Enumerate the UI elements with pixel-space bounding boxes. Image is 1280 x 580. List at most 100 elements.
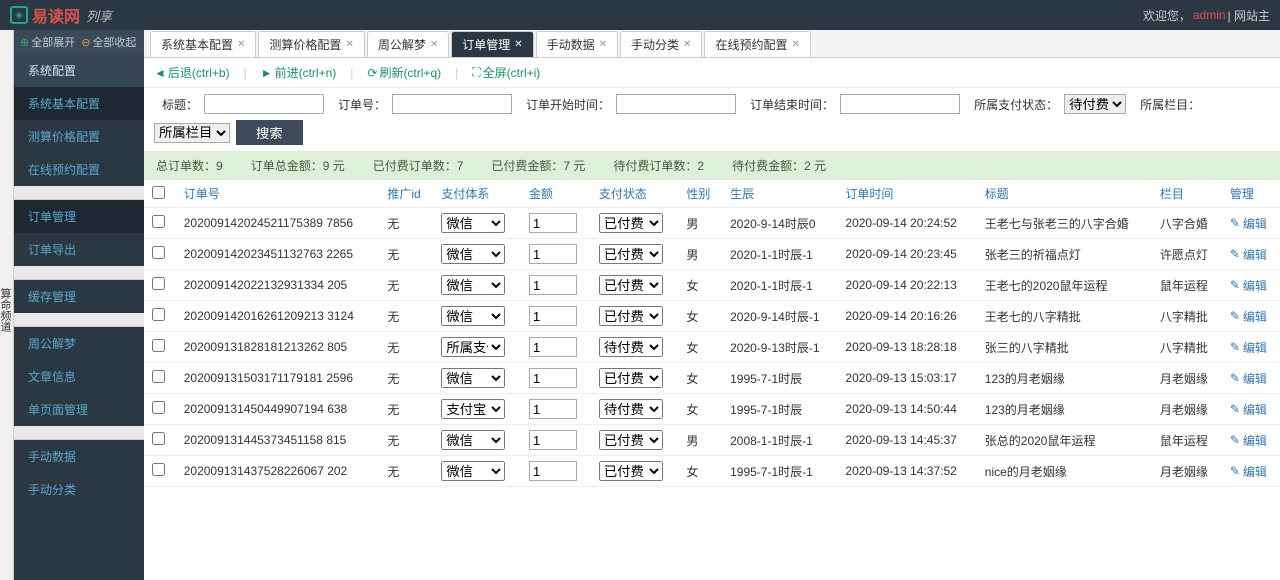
back-button[interactable]: ◄ 后退(ctrl+b) xyxy=(154,64,230,81)
col-4[interactable]: 金额 xyxy=(521,180,591,208)
menu-item-9[interactable] xyxy=(14,313,144,327)
cell-amount[interactable] xyxy=(529,399,577,419)
col-6[interactable]: 性别 xyxy=(678,180,722,208)
row-check[interactable] xyxy=(152,215,165,228)
edit-button[interactable]: ✎编辑 xyxy=(1230,370,1267,387)
edit-button[interactable]: ✎编辑 xyxy=(1230,215,1267,232)
col-7[interactable]: 生辰 xyxy=(722,180,837,208)
edit-button[interactable]: ✎编辑 xyxy=(1230,277,1267,294)
menu-item-3[interactable]: 在线预约配置 xyxy=(14,153,144,186)
cell-amount[interactable] xyxy=(529,430,577,450)
menu-item-14[interactable]: 手动数据 xyxy=(14,440,144,473)
cell-paysys[interactable]: 微信 xyxy=(441,213,505,233)
edit-button[interactable]: ✎编辑 xyxy=(1230,432,1267,449)
tab-1[interactable]: 测算价格配置 ✕ xyxy=(258,31,364,57)
menu-item-12[interactable]: 单页面管理 xyxy=(14,393,144,426)
menu-item-11[interactable]: 文章信息 xyxy=(14,360,144,393)
menu-item-7[interactable] xyxy=(14,266,144,280)
cell-paystat[interactable]: 待付费 xyxy=(599,399,663,419)
menu-item-5[interactable]: 订单管理 xyxy=(14,200,144,233)
cell-paystat[interactable]: 已付费 xyxy=(599,213,663,233)
cell-paystat[interactable]: 已付费 xyxy=(599,306,663,326)
row-check[interactable] xyxy=(152,308,165,321)
edit-button[interactable]: ✎编辑 xyxy=(1230,246,1267,263)
close-icon[interactable]: ✕ xyxy=(237,39,245,50)
menu-item-4[interactable] xyxy=(14,186,144,200)
cell-paysys[interactable]: 微信 xyxy=(441,306,505,326)
site-link[interactable]: | 网站主 xyxy=(1228,7,1270,24)
edit-button[interactable]: ✎编辑 xyxy=(1230,463,1267,480)
search-button[interactable]: 搜索 xyxy=(236,120,303,145)
cell-paystat[interactable]: 已付费 xyxy=(599,368,663,388)
menu-item-13[interactable] xyxy=(14,426,144,440)
edit-button[interactable]: ✎编辑 xyxy=(1230,401,1267,418)
forward-button[interactable]: ► 前进(ctrl+n) xyxy=(261,64,337,81)
cell-amount[interactable] xyxy=(529,213,577,233)
close-icon[interactable]: ✕ xyxy=(599,39,607,50)
cell-paystat[interactable]: 已付费 xyxy=(599,244,663,264)
tab-4[interactable]: 手动数据 ✕ xyxy=(536,31,618,57)
strip-label-a[interactable]: 算命频道 xyxy=(0,40,13,580)
input-start[interactable] xyxy=(616,94,736,114)
row-check[interactable] xyxy=(152,432,165,445)
col-2[interactable]: 推广id xyxy=(379,180,433,208)
row-check[interactable] xyxy=(152,401,165,414)
col-5[interactable]: 支付状态 xyxy=(591,180,679,208)
cell-paystat[interactable]: 已付费 xyxy=(599,275,663,295)
fullscreen-button[interactable]: ⛶ 全屏(ctrl+i) xyxy=(472,64,540,81)
cell-amount[interactable] xyxy=(529,368,577,388)
tab-5[interactable]: 手动分类 ✕ xyxy=(620,31,702,57)
close-icon[interactable]: ✕ xyxy=(514,39,522,50)
cell-amount[interactable] xyxy=(529,461,577,481)
select-paystat[interactable]: 待付费 xyxy=(1064,94,1126,114)
menu-item-10[interactable]: 周公解梦 xyxy=(14,327,144,360)
tab-6[interactable]: 在线预约配置 ✕ xyxy=(704,31,810,57)
input-end[interactable] xyxy=(840,94,960,114)
close-icon[interactable]: ✕ xyxy=(683,39,691,50)
col-9[interactable]: 标题 xyxy=(977,180,1152,208)
cell-paysys[interactable]: 支付宝 xyxy=(441,399,505,419)
check-all[interactable] xyxy=(152,186,165,199)
close-icon[interactable]: ✕ xyxy=(430,39,438,50)
row-check[interactable] xyxy=(152,277,165,290)
tab-3[interactable]: 订单管理 ✕ xyxy=(451,31,533,57)
current-user[interactable]: admin xyxy=(1193,8,1226,22)
cell-paysys[interactable]: 微信 xyxy=(441,430,505,450)
row-check[interactable] xyxy=(152,463,165,476)
cell-paystat[interactable]: 已付费 xyxy=(599,430,663,450)
select-column[interactable]: 所属栏目 xyxy=(154,123,230,143)
cell-amount[interactable] xyxy=(529,337,577,357)
col-8[interactable]: 订单时间 xyxy=(837,180,976,208)
row-check[interactable] xyxy=(152,246,165,259)
menu-item-2[interactable]: 测算价格配置 xyxy=(14,120,144,153)
row-check[interactable] xyxy=(152,339,165,352)
col-3[interactable]: 支付体系 xyxy=(433,180,521,208)
cell-paysys[interactable]: 微信 xyxy=(441,275,505,295)
cell-paysys[interactable]: 微信 xyxy=(441,244,505,264)
menu-item-15[interactable]: 手动分类 xyxy=(14,473,144,506)
menu-item-0[interactable]: 系统配置 xyxy=(14,54,144,87)
input-title[interactable] xyxy=(204,94,324,114)
menu-item-1[interactable]: 系统基本配置 xyxy=(14,87,144,120)
row-check[interactable] xyxy=(152,370,165,383)
edit-button[interactable]: ✎编辑 xyxy=(1230,308,1267,325)
cell-paystat[interactable]: 已付费 xyxy=(599,461,663,481)
tab-0[interactable]: 系统基本配置 ✕ xyxy=(150,31,256,57)
edit-button[interactable]: ✎编辑 xyxy=(1230,339,1267,356)
col-11[interactable]: 管理 xyxy=(1222,180,1280,208)
cell-paysys[interactable]: 微信 xyxy=(441,368,505,388)
col-1[interactable]: 订单号 xyxy=(176,180,380,208)
col-10[interactable]: 栏目 xyxy=(1152,180,1222,208)
refresh-button[interactable]: ⟳ 刷新(ctrl+q) xyxy=(367,64,441,81)
input-order[interactable] xyxy=(392,94,512,114)
close-icon[interactable]: ✕ xyxy=(791,39,799,50)
cell-amount[interactable] xyxy=(529,244,577,264)
menu-item-6[interactable]: 订单导出 xyxy=(14,233,144,266)
menu-item-8[interactable]: 缓存管理 xyxy=(14,280,144,313)
cell-paysys[interactable]: 所属支付体系 xyxy=(441,337,505,357)
cell-paysys[interactable]: 微信 xyxy=(441,461,505,481)
expand-all[interactable]: ⊕全部展开 xyxy=(20,34,75,50)
collapse-all[interactable]: ⊖全部收起 xyxy=(81,34,136,50)
tab-2[interactable]: 周公解梦 ✕ xyxy=(367,31,449,57)
cell-amount[interactable] xyxy=(529,306,577,326)
